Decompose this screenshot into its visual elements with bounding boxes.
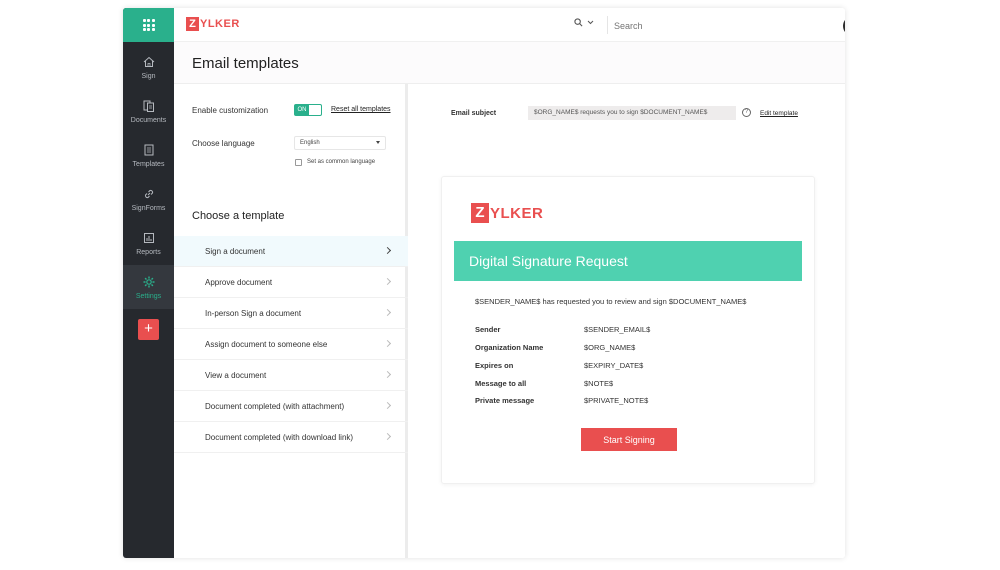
search-icon <box>574 18 583 27</box>
nav-item-documents[interactable]: Documents <box>123 89 174 133</box>
template-item-label: Assign document to someone else <box>205 339 328 349</box>
nav-item-label: Settings <box>135 292 162 300</box>
nav-item-reports[interactable]: Reports <box>123 221 174 265</box>
start-signing-button[interactable]: Start Signing <box>581 428 677 451</box>
choose-template-heading: Choose a template <box>192 210 285 222</box>
field-key: Expires on <box>475 361 514 370</box>
field-value: $NOTE$ <box>584 379 614 388</box>
nav-item-templates[interactable]: Templates <box>123 133 174 177</box>
nav-item-label: Reports <box>136 248 161 256</box>
template-settings-panel: Enable customization ON Reset all templa… <box>174 84 408 558</box>
template-list: Sign a document Approve document In-pers… <box>174 236 408 453</box>
template-item-label: Approve document <box>205 277 273 287</box>
logo-mark: Z <box>471 203 489 223</box>
field-value: $ORG_NAME$ <box>584 343 636 352</box>
nav-item-label: Documents <box>130 116 167 124</box>
nav-item-label: SignForms <box>131 204 166 212</box>
template-item-label: View a document <box>205 370 267 380</box>
template-item-approve-document[interactable]: Approve document <box>174 267 408 298</box>
logo-text: YLKER <box>200 18 240 30</box>
reset-templates-link[interactable]: Reset all templates <box>331 106 391 113</box>
template-item-view-document[interactable]: View a document <box>174 360 408 391</box>
customization-toggle[interactable]: ON <box>294 104 322 116</box>
logo-text: YLKER <box>490 204 544 222</box>
email-intro-text: $SENDER_NAME$ has requested you to revie… <box>475 297 747 306</box>
templates-icon <box>144 144 153 155</box>
nav-item-label: Sign <box>141 72 156 80</box>
search-input[interactable] <box>614 18 784 34</box>
link-icon <box>144 189 153 198</box>
page-header: Email templates <box>174 42 845 84</box>
nav-item-label: Templates <box>132 160 165 168</box>
left-nav: Sign Documents Templates SignForms Repor… <box>123 8 174 558</box>
avatar[interactable] <box>843 16 845 36</box>
enable-customization-label: Enable customization <box>192 106 269 115</box>
template-item-assign-document[interactable]: Assign document to someone else <box>174 329 408 360</box>
email-subject-label: Email subject <box>451 110 497 117</box>
field-value: $EXPIRY_DATE$ <box>584 361 644 370</box>
template-item-in-person-sign[interactable]: In-person Sign a document <box>174 298 408 329</box>
field-value: $PRIVATE_NOTE$ <box>584 396 649 405</box>
app-switcher-button[interactable] <box>123 8 174 42</box>
app-window: Sign Documents Templates SignForms Repor… <box>123 8 845 558</box>
email-subject-field[interactable]: $ORG_NAME$ requests you to sign $DOCUMEN… <box>528 106 736 120</box>
logo-mark: Z <box>186 17 199 31</box>
caret-down-icon <box>376 141 380 144</box>
reports-icon <box>143 232 154 243</box>
template-item-completed-download-link[interactable]: Document completed (with download link) <box>174 422 408 453</box>
template-item-sign-document[interactable]: Sign a document <box>174 236 408 267</box>
template-item-label: Document completed (with attachment) <box>205 401 345 411</box>
chevron-right-icon <box>383 370 392 379</box>
template-item-label: Document completed (with download link) <box>205 432 354 442</box>
field-value: $SENDER_EMAIL$ <box>584 325 651 334</box>
chevron-right-icon <box>383 401 392 410</box>
field-key: Private message <box>475 396 535 405</box>
chevron-right-icon <box>383 246 392 255</box>
search-scope-dropdown[interactable] <box>574 18 594 27</box>
nav-item-settings[interactable]: Settings <box>123 265 174 309</box>
nav-item-sign[interactable]: Sign <box>123 45 174 89</box>
chevron-right-icon <box>383 339 392 348</box>
chevron-right-icon <box>383 277 392 286</box>
chevron-right-icon <box>383 308 392 317</box>
page-title: Email templates <box>192 55 299 72</box>
language-value: English <box>300 140 320 146</box>
help-icon[interactable]: ? <box>742 108 751 117</box>
nav-item-signforms[interactable]: SignForms <box>123 177 174 221</box>
grid-icon <box>142 19 155 31</box>
edit-template-link[interactable]: Edit template <box>760 110 798 117</box>
add-button[interactable]: + <box>138 319 159 340</box>
field-key: Message to all <box>475 379 527 388</box>
template-preview-panel: Email subject $ORG_NAME$ requests you to… <box>411 84 845 558</box>
field-key: Organization Name <box>475 343 544 352</box>
template-item-label: Sign a document <box>205 246 266 256</box>
email-preview-card: Z YLKER Digital Signature Request $SENDE… <box>441 176 815 484</box>
language-select[interactable]: English <box>294 136 386 150</box>
chevron-right-icon <box>383 432 392 441</box>
home-icon <box>143 56 154 67</box>
email-logo: Z YLKER <box>471 203 543 223</box>
field-key: Sender <box>475 325 501 334</box>
common-language-checkbox[interactable] <box>295 159 302 166</box>
chevron-down-icon <box>587 20 594 25</box>
top-bar: Z YLKER <box>174 8 845 42</box>
toggle-state: ON <box>295 105 309 115</box>
divider <box>607 16 608 34</box>
choose-language-label: Choose language <box>192 139 255 148</box>
documents-icon <box>143 100 154 112</box>
banner-title: Digital Signature Request <box>469 253 628 269</box>
template-item-label: In-person Sign a document <box>205 308 302 318</box>
template-item-completed-attachment[interactable]: Document completed (with attachment) <box>174 391 408 422</box>
common-language-label: Set as common language <box>307 159 376 165</box>
email-banner: Digital Signature Request <box>454 241 802 281</box>
gear-icon <box>143 276 154 287</box>
app-logo: Z YLKER <box>186 17 240 31</box>
